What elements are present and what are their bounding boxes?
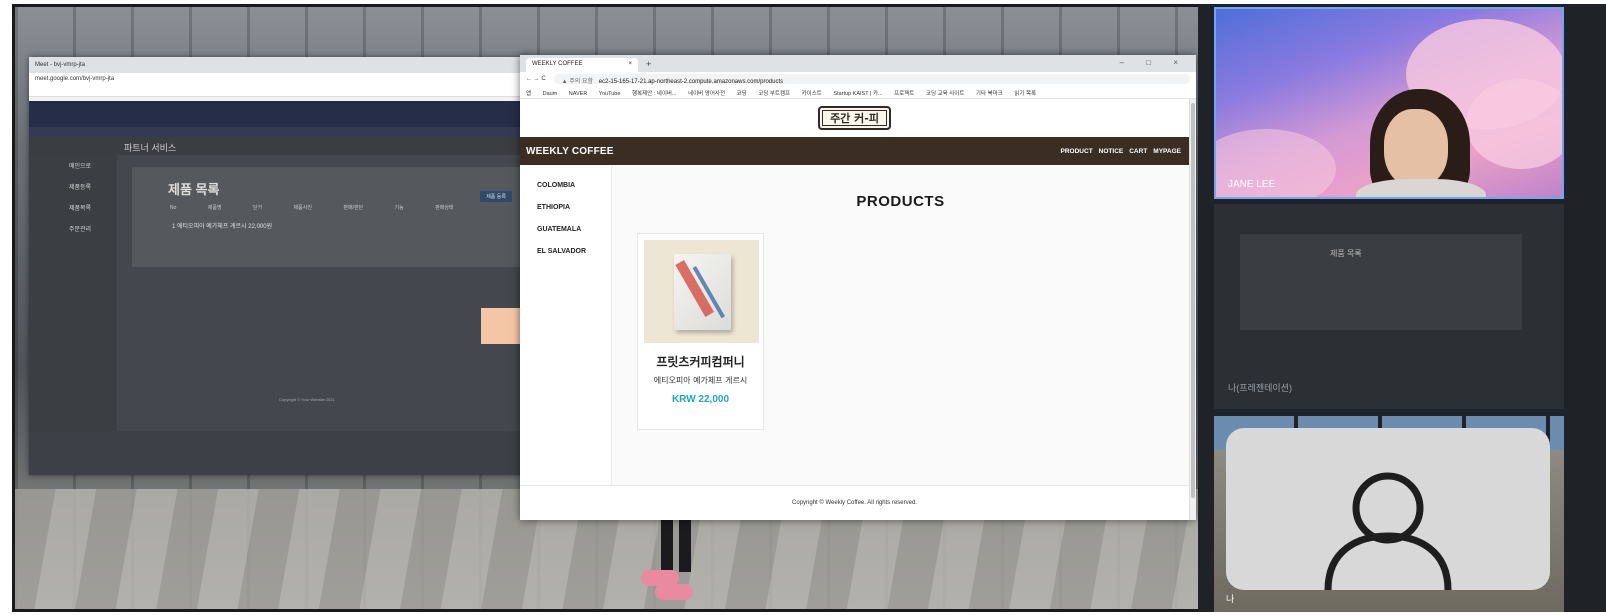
bookmark-item[interactable]: 코딩 (737, 91, 747, 97)
bookmark-item[interactable]: 앱 (526, 91, 531, 97)
product-description: 에티오피아 예가체프 게르시 (653, 376, 748, 385)
category-sidebar: COLOMBIA ETHIOPIA GUATEMALA EL SALVADOR (520, 165, 612, 485)
logo-area: 주간 커-피 (520, 99, 1189, 137)
bookmark-item[interactable]: 네이버 영어사전 (688, 91, 725, 97)
bg-tab-strip: Meet - bvj-vmrp-jta (29, 57, 529, 73)
bg-table-row: 1 에티오피아 예가체프 게르시 22,000원 (172, 224, 273, 230)
brand-name[interactable]: WEEKLY COFFEE (526, 146, 614, 157)
walking-legs (641, 512, 695, 602)
presentation-thumbnail: 제품 목록 (1240, 234, 1522, 330)
bg-bookmarks-bar (29, 86, 529, 97)
bg-sidebar-item[interactable]: 메인으로 (29, 155, 117, 176)
participant-tile-jane-lee[interactable]: JANE LEE (1214, 7, 1564, 199)
user-icon (1324, 472, 1452, 591)
product-image[interactable] (644, 240, 759, 343)
top-navigation: WEEKLY COFFEE PRODUCT NOTICE CART MYPAGE (520, 137, 1189, 165)
bookmark-item[interactable]: Startup KAIST | 카... (833, 91, 882, 97)
participant-tile-self[interactable]: 나 (1214, 416, 1564, 612)
participant-name: 나(프레젠테이션) (1228, 383, 1292, 393)
participant-tiles: JANE LEE 제품 목록 나(프레젠테이션) 나 (1198, 4, 1606, 612)
bg-table-header: No 제품명 단가 제품사진 판매/판단 기능 판매상태 (170, 205, 454, 211)
main-browser-window: WEEKLY COFFEE × + – □ × ← → C ▲ 주의 요함 ec… (520, 55, 1196, 520)
bg-sidebar-item[interactable]: 주문관리 (29, 218, 117, 239)
category-ethiopia[interactable]: ETHIOPIA (520, 204, 611, 226)
bg-register-button[interactable]: 제품 등록 (480, 191, 512, 202)
bg-product-list-panel: 제품 목록 No 제품명 단가 제품사진 판매/판단 기능 판매상태 1 에티오… (132, 167, 522, 267)
bg-app-title: 파트너 서비스 (29, 137, 529, 155)
main-menu: PRODUCT NOTICE CART MYPAGE (1061, 148, 1181, 155)
bg-panel-title: 제품 목록 (168, 182, 220, 197)
page-title: PRODUCTS (856, 193, 945, 210)
nav-mypage[interactable]: MYPAGE (1153, 148, 1181, 155)
bg-partner-app: 파트너 서비스 메인으로 제품등록 제품목록 주문관리 제품 목록 No 제품명… (29, 137, 529, 431)
bookmark-item[interactable]: NAVER (569, 91, 588, 97)
security-warning[interactable]: ▲ 주의 요함 (562, 79, 593, 85)
window-controls[interactable]: – □ × (1120, 58, 1188, 67)
bg-address-bar[interactable]: meet.google.com/bvj-vmrp-jta (29, 73, 529, 86)
bookmark-item[interactable]: 코딩 부트캠프 (758, 91, 790, 97)
tab-title: WEEKLY COFFEE (532, 61, 583, 67)
url-text: ec2-15-165-17-21.ap-northeast-2.compute.… (598, 79, 784, 85)
avatar-placeholder (1226, 428, 1550, 591)
tab-strip: WEEKLY COFFEE × + – □ × (520, 55, 1196, 72)
bookmark-item[interactable]: Daum (543, 91, 558, 97)
bg-tab-title[interactable]: Meet - bvj-vmrp-jta (35, 62, 85, 68)
bookmark-item[interactable]: 프로젝트 (894, 91, 914, 97)
new-tab-button[interactable]: + (646, 59, 651, 69)
tab-weekly-coffee[interactable]: WEEKLY COFFEE × (526, 58, 638, 72)
nav-cart[interactable]: CART (1129, 148, 1147, 155)
category-el-salvador[interactable]: EL SALVADOR (520, 248, 611, 270)
bookmark-item[interactable]: 기타 북마크 (976, 91, 1003, 97)
bookmarks-bar: 앱 Daum NAVER YouTube 행복제안 : 네이버... 네이버 영… (520, 86, 1196, 99)
nav-notice[interactable]: NOTICE (1099, 148, 1124, 155)
background-browser-window: Meet - bvj-vmrp-jta meet.google.com/bvj-… (29, 57, 529, 475)
page-footer: Copyright © Weekly Coffee. All rights re… (520, 485, 1189, 520)
close-tab-icon[interactable]: × (628, 61, 632, 69)
navigation-bar: ← → C ▲ 주의 요함 ec2-15-165-17-21.ap-northe… (520, 72, 1196, 86)
bookmark-item[interactable]: YouTube (599, 91, 621, 97)
content-area: COLOMBIA ETHIOPIA GUATEMALA EL SALVADOR … (520, 165, 1189, 485)
products-main: PRODUCTS 프릿츠커피컴퍼니 에티오피아 예가체프 게르시 KRW 22,… (612, 165, 1189, 485)
bookmark-item[interactable]: 행복제안 : 네이버... (632, 91, 677, 97)
bg-copyright: Copyright © Your Website 2021 (279, 397, 335, 402)
bookmark-item[interactable]: 카이스트 (802, 91, 822, 97)
bg-sidebar-item[interactable]: 제품등록 (29, 176, 117, 197)
category-guatemala[interactable]: GUATEMALA (520, 226, 611, 248)
bookmark-item[interactable]: 코딩 교육 사이트 (926, 91, 964, 97)
participant-name: 나 (1226, 594, 1235, 604)
product-name[interactable]: 프릿츠커피컴퍼니 (638, 353, 763, 370)
category-colombia[interactable]: COLOMBIA (520, 182, 611, 204)
bg-sidebar: 메인으로 제품등록 제품목록 주문관리 (29, 155, 117, 431)
product-price: KRW 22,000 (671, 394, 730, 405)
coffee-bag-icon (674, 254, 731, 330)
participant-name: JANE LEE (1228, 179, 1276, 190)
product-card[interactable]: 프릿츠커피컴퍼니 에티오피아 예가체프 게르시 KRW 22,000 (637, 233, 764, 430)
weekly-coffee-page: 주간 커-피 WEEKLY COFFEE PRODUCT NOTICE CART… (520, 99, 1189, 520)
page-scrollbar[interactable] (1189, 99, 1196, 520)
participant-tile-presentation[interactable]: 제품 목록 나(프레젠테이션) (1214, 204, 1564, 409)
address-bar[interactable]: ▲ 주의 요함 ec2-15-165-17-21.ap-northeast-2.… (553, 74, 1190, 85)
nav-product[interactable]: PRODUCT (1061, 148, 1093, 155)
bookmark-item[interactable]: 읽기 목록 (1014, 91, 1036, 97)
bg-sidebar-item[interactable]: 제품목록 (29, 197, 117, 218)
site-logo[interactable]: 주간 커-피 (818, 106, 891, 130)
nav-buttons[interactable]: ← → C (526, 76, 546, 82)
